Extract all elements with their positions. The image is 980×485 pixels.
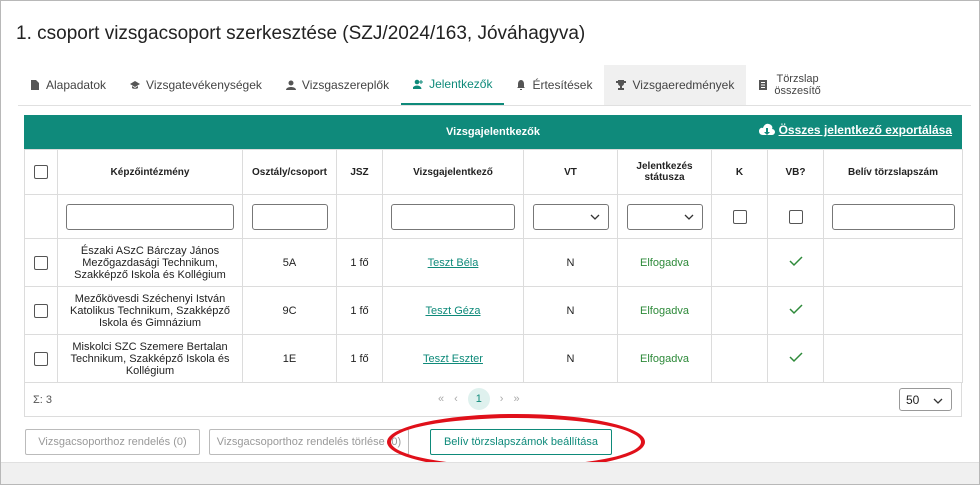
school-cell: Északi ASzC Bárczay János Mezőgazdasági T… — [57, 238, 243, 287]
cloud-download-icon — [758, 123, 775, 135]
unassign-button[interactable]: Vizsgacsoporthoz rendelés törlése (0) — [209, 429, 409, 455]
col-beliv[interactable]: Belív törzslapszám — [823, 149, 963, 195]
tab-vizsgaszereplok[interactable]: Vizsgaszereplők — [274, 65, 401, 105]
export-all-label: Összes jelentkező exportálása — [778, 123, 952, 137]
header-row: Képzőintézmény Osztály/csoport JSZ Vizsg… — [24, 149, 963, 195]
filter-jelentkezo-input[interactable] — [391, 203, 515, 230]
status-cell: Elfogadva — [617, 286, 712, 335]
beliv-cell — [823, 238, 963, 287]
prev-page-button[interactable]: ‹ — [454, 393, 458, 405]
k-cell — [711, 238, 768, 287]
row-checkbox[interactable] — [34, 303, 48, 318]
filter-k-checkbox[interactable] — [732, 209, 747, 224]
page-frame: 1. csoport vizsgacsoport szerkesztése (S… — [0, 0, 980, 485]
status-cell: Elfogadva — [617, 334, 712, 383]
filter-status-select[interactable] — [626, 203, 703, 230]
row-count: Σ: 3 — [33, 394, 53, 406]
col-vizsgajelentkezo[interactable]: Vizsgajelentkező — [382, 149, 524, 195]
document-icon — [31, 80, 39, 90]
tab-jelentkezok[interactable]: Jelentkezők — [401, 65, 505, 105]
filter-beliv-input[interactable] — [831, 203, 955, 230]
class-cell: 5A — [242, 238, 337, 287]
user-plus-icon — [413, 79, 424, 89]
applicants-table: Képzőintézmény Osztály/csoport JSZ Vizsg… — [24, 149, 963, 383]
page-title: 1. csoport vizsgacsoport szerkesztése (S… — [16, 23, 586, 44]
tab-bar: Alapadatok Vizsgatevékenységek Vizsgasze… — [18, 65, 833, 105]
row-checkbox[interactable] — [34, 351, 48, 366]
status-cell: Elfogadva — [617, 238, 712, 287]
page-1-button[interactable]: 1 — [467, 388, 490, 410]
row-checkbox[interactable] — [34, 255, 48, 270]
bottom-gutter — [1, 462, 979, 484]
jsz-cell: 1 fő — [336, 334, 383, 383]
vt-cell: N — [523, 286, 618, 335]
trophy-icon — [616, 80, 627, 90]
col-vt[interactable]: VT — [523, 149, 618, 195]
table-row: Mezőkövesdi Széchenyi István Katolikus Te… — [24, 286, 963, 335]
class-cell: 1E — [242, 334, 337, 383]
person-icon — [285, 80, 296, 90]
list-icon — [759, 80, 768, 90]
tab-vizsgaeredmenyek[interactable]: Vizsgaeredmények — [604, 65, 747, 105]
table-row: Északi ASzC Bárczay János Mezőgazdasági T… — [24, 238, 963, 287]
filter-vt-select[interactable] — [532, 203, 609, 230]
grid-header: Vizsgajelentkezők Összes jelentkező expo… — [24, 115, 962, 149]
col-vb[interactable]: VB? — [767, 149, 824, 195]
jsz-cell: 1 fő — [336, 286, 383, 335]
filter-row — [24, 194, 963, 239]
page-size-select[interactable]: 50 — [899, 388, 952, 411]
chevron-down-icon — [590, 214, 599, 220]
first-page-button[interactable]: « — [438, 393, 444, 405]
filter-vb-checkbox[interactable] — [788, 209, 803, 224]
tab-vizsgatevekenysegek[interactable]: Vizsgatevékenységek — [118, 65, 274, 105]
tab-underline — [18, 105, 971, 106]
jsz-cell: 1 fő — [336, 238, 383, 287]
tab-alapadatok[interactable]: Alapadatok — [18, 65, 118, 105]
k-cell — [711, 334, 768, 383]
check-icon — [788, 303, 803, 314]
check-icon — [788, 255, 803, 266]
applicant-link[interactable]: Teszt Béla — [428, 257, 479, 269]
vt-cell: N — [523, 238, 618, 287]
pager: « ‹ 1 › » — [438, 388, 520, 410]
check-icon — [788, 351, 803, 362]
last-page-button[interactable]: » — [513, 393, 519, 405]
export-all-link[interactable]: Összes jelentkező exportálása — [758, 123, 952, 137]
assign-button[interactable]: Vizsgacsoporthoz rendelés (0) — [25, 429, 200, 455]
applicant-link[interactable]: Teszt Géza — [425, 305, 480, 317]
grid-title: Vizsgajelentkezők — [446, 126, 540, 138]
class-cell: 9C — [242, 286, 337, 335]
applicants-grid: Vizsgajelentkezők Összes jelentkező expo… — [24, 115, 963, 417]
beliv-cell — [823, 334, 963, 383]
table-row: Miskolci SZC Szemere Bertalan Technikum, … — [24, 334, 963, 383]
vt-cell: N — [523, 334, 618, 383]
col-jelentkezes-statusza[interactable]: Jelentkezés státusza — [617, 149, 712, 195]
school-cell: Miskolci SZC Szemere Bertalan Technikum, … — [57, 334, 243, 383]
beliv-cell — [823, 286, 963, 335]
col-osztaly[interactable]: Osztály/csoport — [242, 149, 337, 195]
chevron-down-icon — [684, 214, 693, 220]
next-page-button[interactable]: › — [500, 393, 504, 405]
school-cell: Mezőkövesdi Széchenyi István Katolikus Te… — [57, 286, 243, 335]
col-kepzointezmeny[interactable]: Képzőintézmény — [57, 149, 243, 195]
col-k[interactable]: K — [711, 149, 768, 195]
grid-footer: Σ: 3 « ‹ 1 › » 50 — [24, 383, 962, 417]
tab-ertesitesek[interactable]: Értesítések — [504, 65, 604, 105]
tab-torzslap-osszesito[interactable]: Törzslap összesítő — [746, 65, 832, 105]
filter-kepzointezmeny-input[interactable] — [66, 203, 234, 230]
graduation-cap-icon — [130, 81, 141, 89]
col-jsz[interactable]: JSZ — [336, 149, 383, 195]
k-cell — [711, 286, 768, 335]
chevron-down-icon — [933, 398, 943, 404]
select-all-checkbox[interactable] — [34, 165, 48, 179]
applicant-link[interactable]: Teszt Eszter — [423, 353, 483, 365]
filter-osztaly-input[interactable] — [251, 203, 328, 230]
bell-icon — [517, 80, 526, 90]
